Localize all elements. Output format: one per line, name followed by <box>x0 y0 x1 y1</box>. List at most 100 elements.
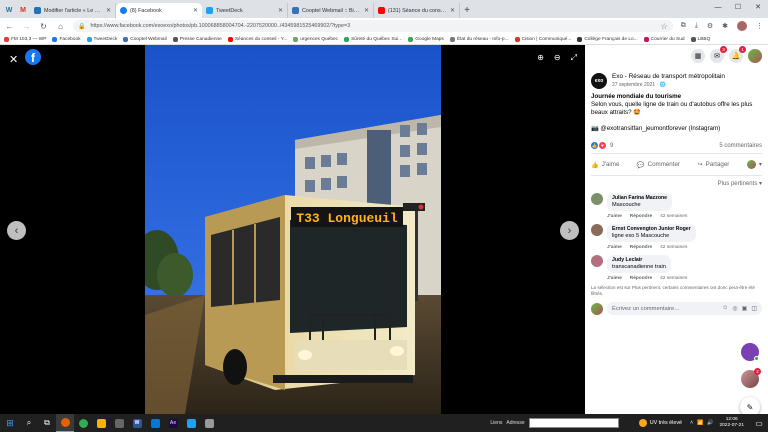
gif-icon[interactable]: ▣ <box>742 305 748 312</box>
zoom-out-icon[interactable]: ⊖ <box>554 53 561 63</box>
close-tab-icon[interactable]: ✕ <box>106 7 111 14</box>
windows-start-icon[interactable]: ⊞ <box>0 414 20 432</box>
comment-age[interactable]: 42 semaines <box>660 214 687 219</box>
firefox-taskbar-icon[interactable] <box>56 414 74 432</box>
bookmark-item[interactable]: TweetDeck <box>86 36 117 42</box>
tab-facebook[interactable]: (8) Facebook ✕ <box>116 3 202 18</box>
commenter-name[interactable]: Judy Leclair <box>612 257 666 264</box>
comment-like-link[interactable]: J'aime <box>607 214 622 219</box>
chat-contact-avatar[interactable] <box>741 343 759 361</box>
address-bar[interactable]: 🔒 https://www.facebook.com/exoexo/photos… <box>73 20 673 32</box>
profile-avatar[interactable] <box>737 21 747 31</box>
close-tab-icon[interactable]: ✕ <box>278 7 283 14</box>
share-button[interactable]: ↪ Partager <box>697 161 729 168</box>
puzzle-icon[interactable]: ✱ <box>722 22 728 30</box>
close-tab-icon[interactable]: ✕ <box>450 7 455 14</box>
chrome-taskbar-icon[interactable] <box>74 414 92 432</box>
comment-reply-link[interactable]: Répondre <box>630 245 652 250</box>
volume-icon[interactable]: 🔊 <box>707 420 713 426</box>
commenter-name[interactable]: Ernst Convengton Junior Roger <box>612 226 691 233</box>
comment-reply-link[interactable]: Répondre <box>630 214 652 219</box>
pinned-tab-wordpress[interactable]: W <box>2 3 16 18</box>
comment-reply-link[interactable]: Répondre <box>630 276 652 281</box>
taskbar-address-input[interactable] <box>528 418 619 428</box>
reload-icon[interactable]: ↻ <box>39 22 48 31</box>
bookmark-item[interactable]: Cooptel Webmail <box>123 36 167 42</box>
bookmark-item[interactable]: LBBQ <box>690 36 710 42</box>
comment-button[interactable]: 💬 Commenter <box>637 161 680 169</box>
close-viewer-icon[interactable]: ✕ <box>9 53 18 66</box>
tab-modifier-article[interactable]: Modifier l'article « Le manque d... ✕ <box>30 3 116 18</box>
fullscreen-icon[interactable]: ⤢ <box>571 53 577 63</box>
tab-cooptel-webmail[interactable]: Cooptel Webmail :: Bienvenue... ✕ <box>288 3 374 18</box>
comments-count[interactable]: 5 commentaires <box>719 143 762 149</box>
audience-selector[interactable]: ▾ <box>746 160 762 169</box>
app2-taskbar-icon[interactable] <box>182 414 200 432</box>
exo-logo[interactable]: exo <box>591 73 607 89</box>
search-icon[interactable]: ⌕ <box>20 414 38 432</box>
network-icon[interactable]: 📶 <box>697 420 703 426</box>
new-tab-button[interactable]: + <box>460 3 474 18</box>
comment-like-link[interactable]: J'aime <box>607 245 622 250</box>
emoji-icon[interactable]: ☺ <box>722 305 728 312</box>
comment-sort-dropdown[interactable]: Plus pertinents ▾ <box>585 176 768 191</box>
extensions-icon[interactable]: ⧉ <box>681 22 686 30</box>
like-button[interactable]: 👍 J'aime <box>591 161 619 169</box>
commenter-avatar[interactable] <box>591 255 603 267</box>
bookmark-item[interactable]: FM 103,3 — WP <box>4 36 46 42</box>
sticker-icon[interactable]: ◫ <box>751 305 757 312</box>
comment-age[interactable]: 42 semaines <box>660 245 687 250</box>
minimize-icon[interactable]: — <box>708 0 728 14</box>
bell-icon[interactable]: 🔔 1 <box>729 46 746 63</box>
pinned-tab-gmail[interactable]: M <box>16 3 30 18</box>
bookmark-item[interactable]: Cision | Communiqué... <box>514 36 571 42</box>
system-clock[interactable]: 12:06 2022-07-21 <box>719 417 744 429</box>
comment-like-link[interactable]: J'aime <box>607 276 622 281</box>
next-photo-button[interactable]: › <box>560 221 579 240</box>
task-view-icon[interactable]: ⧉ <box>38 414 56 432</box>
menu-dots-icon[interactable]: ⋮ <box>756 22 763 30</box>
close-tab-icon[interactable]: ✕ <box>364 7 369 14</box>
bookmark-item[interactable]: État du réseau - Info-p... <box>449 36 509 42</box>
facebook-logo[interactable]: f <box>25 49 41 65</box>
app-taskbar-icon[interactable] <box>110 414 128 432</box>
messenger-icon[interactable]: ✉ 3 <box>710 46 727 63</box>
app3-taskbar-icon[interactable] <box>200 414 218 432</box>
tab-tweetdeck[interactable]: TweetDeck ✕ <box>202 3 288 18</box>
close-tab-icon[interactable]: ✕ <box>193 7 198 14</box>
commenter-name[interactable]: Julian Farina Mazzone <box>612 195 667 202</box>
author-name[interactable]: Exo - Réseau de transport métropolitain <box>612 73 725 81</box>
account-avatar[interactable] <box>748 49 762 63</box>
bookmark-item[interactable]: Séances du conseil - Y... <box>227 36 287 42</box>
back-icon[interactable]: ← <box>5 22 14 31</box>
camera-icon[interactable]: ◎ <box>732 305 737 312</box>
chat-contact-avatar[interactable]: 2 <box>741 368 761 388</box>
bookmark-item[interactable]: Facebook <box>52 36 81 42</box>
home-icon[interactable]: ⌂ <box>56 22 65 31</box>
after-effects-icon[interactable]: Ae <box>164 414 182 432</box>
bookmark-item[interactable]: urgences Québec <box>293 36 338 42</box>
word-taskbar-icon[interactable]: W <box>128 414 146 432</box>
links-label[interactable]: Liens <box>490 420 502 426</box>
commenter-avatar[interactable] <box>591 224 603 236</box>
maximize-icon[interactable]: ☐ <box>728 0 748 14</box>
bookmark-item[interactable]: Sûreté du Québec Sui... <box>344 36 402 42</box>
reactions-summary[interactable]: 👍 ♥ 9 <box>591 142 613 149</box>
previous-photo-button[interactable]: ‹ <box>7 221 26 240</box>
comment-input[interactable]: Écrivez un commentaire… ☺ ◎ ▣ ◫ <box>607 302 762 315</box>
download-icon[interactable]: ⤓ <box>695 22 698 30</box>
bookmark-item[interactable]: Collège Français de Lo... <box>577 36 638 42</box>
notification-center-icon[interactable]: ▭ <box>750 414 768 432</box>
settings-icon[interactable]: ⚙ <box>707 22 713 30</box>
chevron-up-icon[interactable]: ˄ <box>690 420 693 426</box>
bookmark-star-icon[interactable]: ☆ <box>661 22 668 31</box>
close-window-icon[interactable]: ✕ <box>748 0 768 14</box>
menu-grid-icon[interactable]: ▦ <box>691 49 705 63</box>
forward-icon[interactable]: → <box>22 22 31 31</box>
commenter-avatar[interactable] <box>591 193 603 205</box>
zoom-in-icon[interactable]: ⊕ <box>537 53 544 63</box>
post-date[interactable]: 27 septembre 2021 · 🌐 <box>612 82 725 88</box>
bookmark-item[interactable]: Courrier du Sud <box>643 36 685 42</box>
photos-taskbar-icon[interactable] <box>146 414 164 432</box>
tab-youtube-seance[interactable]: (131) Séance du conseil munici... ✕ <box>374 3 460 18</box>
